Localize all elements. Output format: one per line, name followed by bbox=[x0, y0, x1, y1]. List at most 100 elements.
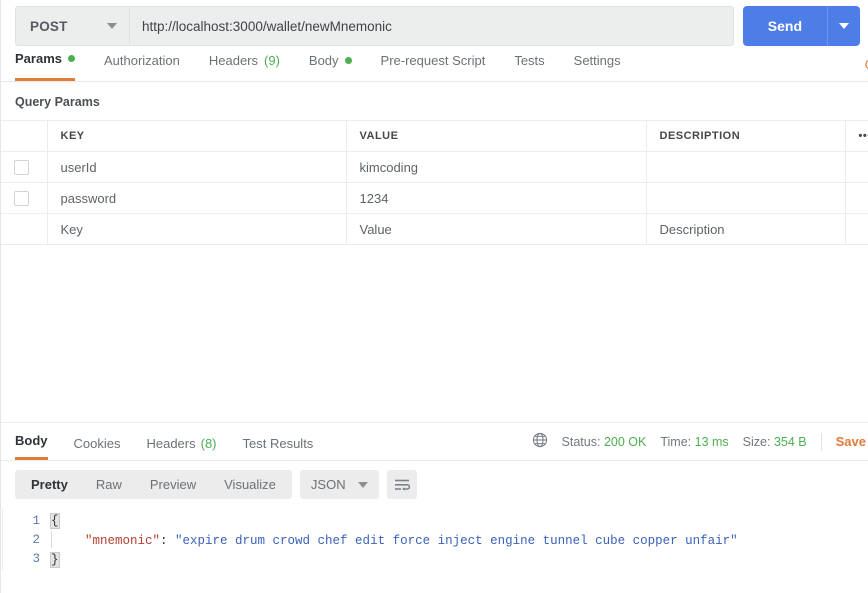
line-number: 3 bbox=[32, 552, 40, 566]
line-number: 2 bbox=[32, 533, 40, 547]
response-tab-test-results[interactable]: Test Results bbox=[243, 423, 314, 460]
row-actions bbox=[845, 213, 868, 245]
row-description[interactable] bbox=[646, 182, 846, 214]
chevron-down-icon bbox=[357, 481, 368, 488]
request-url-row: POST http://localhost:3000/wallet/newMne… bbox=[1, 0, 868, 48]
tab-params[interactable]: Params bbox=[15, 48, 75, 81]
status-value: 200 OK bbox=[603, 434, 647, 449]
globe-icon[interactable] bbox=[532, 432, 548, 451]
tab-pre-request-script[interactable]: Pre-request Script bbox=[381, 48, 486, 81]
tab-pre-request-script-label: Pre-request Script bbox=[380, 52, 486, 68]
row-description[interactable] bbox=[646, 151, 846, 183]
response-meta: Status: 200 OK Time: 13 ms Size: 354 B S… bbox=[532, 432, 868, 451]
table-row: password 1234 bbox=[1, 182, 868, 214]
response-tab-body[interactable]: Body bbox=[15, 423, 48, 460]
http-method-select[interactable]: POST bbox=[15, 6, 129, 46]
size-label: Size: bbox=[742, 434, 771, 449]
send-options-button[interactable] bbox=[827, 6, 860, 46]
json-open-brace: { bbox=[50, 513, 60, 529]
response-tab-body-label: Body bbox=[15, 433, 48, 448]
tab-headers-label: Headers bbox=[208, 52, 259, 68]
row-key[interactable]: password bbox=[47, 182, 347, 214]
view-mode-pretty[interactable]: Pretty bbox=[17, 470, 82, 499]
response-tab-test-results-label: Test Results bbox=[242, 436, 314, 451]
send-button[interactable]: Send bbox=[742, 6, 827, 46]
header-key: KEY bbox=[47, 120, 347, 152]
time-label: Time: bbox=[660, 434, 692, 449]
new-row-description-input[interactable]: Description bbox=[646, 213, 846, 245]
response-tab-headers-count: (8) bbox=[200, 436, 217, 451]
modified-dot-icon bbox=[344, 56, 352, 64]
row-actions bbox=[845, 151, 868, 183]
divider bbox=[820, 432, 822, 451]
request-url-input[interactable]: http://localhost:3000/wallet/newMnemonic bbox=[129, 6, 734, 46]
request-tabs: Params Authorization Headers (9) Body Pr… bbox=[1, 48, 868, 82]
view-mode-preview[interactable]: Preview bbox=[136, 470, 210, 499]
row-value[interactable]: kimcoding bbox=[346, 151, 647, 183]
save-response-button[interactable]: Save bbox=[836, 434, 868, 449]
row-key[interactable]: userId bbox=[47, 151, 347, 183]
header-description: DESCRIPTION bbox=[646, 120, 846, 152]
response-tab-headers[interactable]: Headers (8) bbox=[146, 423, 216, 460]
response-tab-cookies-label: Cookies bbox=[73, 436, 121, 451]
bulk-edit-icon[interactable]: ••• bbox=[845, 120, 868, 152]
response-format-label: JSON bbox=[310, 477, 346, 492]
json-key: "mnemonic" bbox=[85, 534, 161, 548]
row-checkbox[interactable] bbox=[14, 160, 29, 176]
tab-body-label: Body bbox=[308, 52, 339, 68]
response-tab-cookies[interactable]: Cookies bbox=[74, 423, 121, 460]
tab-settings[interactable]: Settings bbox=[574, 48, 621, 81]
wrap-text-icon bbox=[394, 479, 410, 491]
tab-settings-label: Settings bbox=[573, 52, 621, 68]
status-block: Status: 200 OK bbox=[562, 435, 647, 449]
json-value: "expire drum crowd chef edit force injec… bbox=[175, 534, 738, 548]
status-label: Status: bbox=[561, 434, 601, 449]
tab-authorization[interactable]: Authorization bbox=[104, 48, 180, 81]
row-checkbox-cell bbox=[1, 182, 48, 214]
tab-headers-count: (9) bbox=[264, 52, 280, 68]
row-actions bbox=[845, 182, 868, 214]
chevron-down-icon bbox=[107, 23, 117, 29]
row-value[interactable]: 1234 bbox=[346, 182, 647, 214]
size-value: 354 B bbox=[773, 434, 807, 449]
send-button-group: Send bbox=[742, 6, 860, 46]
line-number: 1 bbox=[32, 514, 40, 528]
request-body-empty-area bbox=[1, 245, 868, 423]
view-mode-visualize[interactable]: Visualize bbox=[210, 470, 290, 499]
tab-tests-label: Tests bbox=[514, 52, 545, 68]
indent-guide bbox=[51, 531, 52, 548]
tab-tests[interactable]: Tests bbox=[514, 48, 544, 81]
table-header-row: KEY VALUE DESCRIPTION ••• bbox=[1, 120, 868, 152]
query-params-title: Query Params bbox=[15, 95, 100, 109]
response-tab-headers-label: Headers bbox=[146, 436, 196, 451]
view-mode-raw[interactable]: Raw bbox=[82, 470, 136, 499]
cookies-link[interactable]: C bbox=[865, 57, 868, 72]
row-checkbox-cell bbox=[1, 213, 48, 245]
row-checkbox-cell bbox=[1, 151, 48, 183]
tab-headers[interactable]: Headers (9) bbox=[209, 48, 280, 81]
header-value: VALUE bbox=[346, 120, 647, 152]
tab-params-label: Params bbox=[15, 51, 62, 66]
response-tabs: Body Cookies Headers (8) Test Results St… bbox=[1, 423, 868, 461]
time-value: 13 ms bbox=[694, 434, 729, 449]
json-close-brace: } bbox=[50, 552, 60, 568]
line-number-gutter: 1 2 3 bbox=[3, 512, 51, 570]
time-block: Time: 13 ms bbox=[660, 435, 728, 449]
code-content: { "mnemonic": "expire drum crowd chef ed… bbox=[50, 512, 868, 570]
wrap-lines-button[interactable] bbox=[386, 470, 417, 499]
code-line-1: { bbox=[50, 512, 868, 531]
code-line-3: } bbox=[50, 551, 868, 570]
response-format-select[interactable]: JSON bbox=[299, 470, 379, 499]
json-colon: : bbox=[160, 534, 176, 548]
new-row-key-input[interactable]: Key bbox=[47, 213, 347, 245]
new-row-value-input[interactable]: Value bbox=[346, 213, 647, 245]
tab-authorization-label: Authorization bbox=[103, 52, 180, 68]
response-body-code[interactable]: 1 2 3 { "mnemonic": "expire drum crowd c… bbox=[2, 508, 868, 570]
tab-body[interactable]: Body bbox=[309, 48, 352, 81]
code-line-2: "mnemonic": "expire drum crowd chef edit… bbox=[51, 531, 868, 551]
header-checkbox-cell bbox=[1, 120, 48, 152]
response-body-toolbar: Pretty Raw Preview Visualize JSON bbox=[1, 461, 868, 508]
row-checkbox[interactable] bbox=[14, 191, 29, 207]
postman-request-pane: POST http://localhost:3000/wallet/newMne… bbox=[0, 0, 868, 593]
table-row-empty: Key Value Description bbox=[1, 213, 868, 245]
